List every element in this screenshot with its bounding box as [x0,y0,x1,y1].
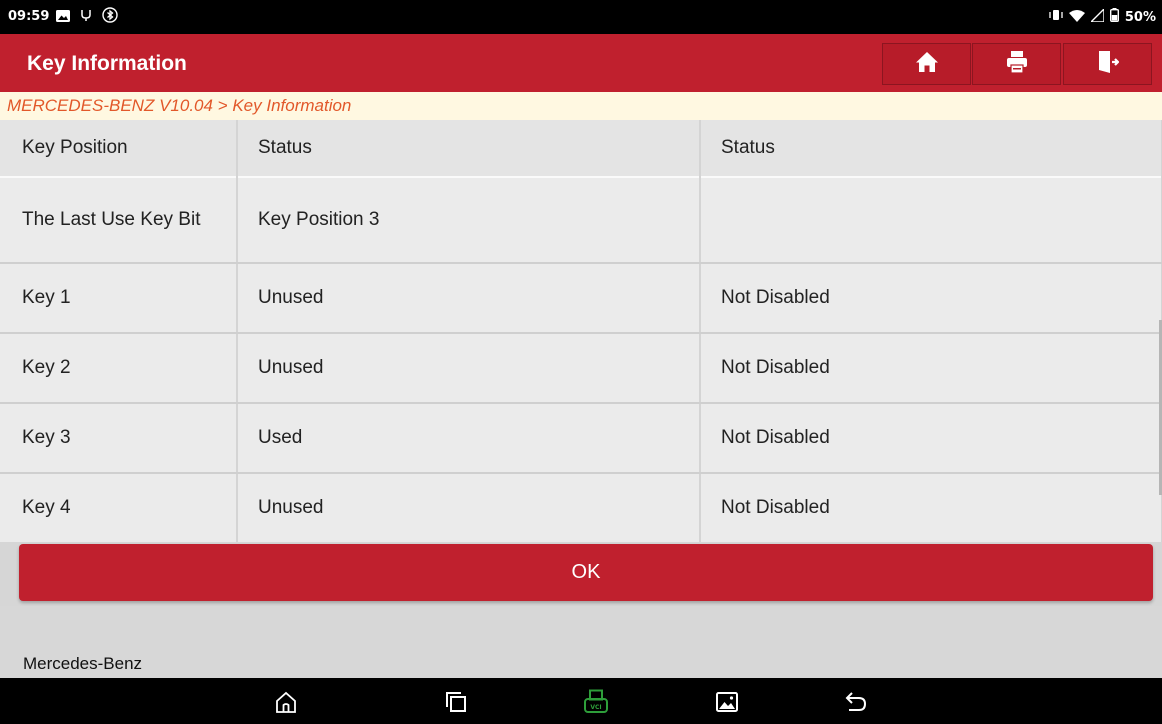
table-row: Key 4 Unused Not Disabled [0,472,1162,542]
table-cell: Unused [236,332,701,404]
table-cell: Key Position 3 [236,176,701,264]
table-row: Key 3 Used Not Disabled [0,402,1162,474]
svg-text:VCI: VCI [590,704,601,711]
table-cell: Used [236,402,701,474]
gallery-icon [56,9,70,25]
breadcrumb-text: MERCEDES-BENZ V10.04 > Key Information [7,96,352,115]
bluetooth-icon [102,7,118,26]
ok-button[interactable]: OK [19,544,1153,601]
table-cell: Not Disabled [699,402,1162,474]
battery-icon [1109,8,1119,26]
column-header-status: Status [236,120,701,177]
key-info-table: Key Position Status Status The Last Use … [0,120,1162,542]
table-cell: Key 2 [0,332,238,404]
column-header-status-2: Status [699,120,1162,177]
table-cell: Unused [236,262,701,334]
table-cell: Not Disabled [699,472,1162,542]
table-row: Key 2 Unused Not Disabled [0,332,1162,404]
exit-icon [1097,50,1120,79]
recents-icon[interactable] [442,688,470,716]
wifi-icon [1068,9,1085,26]
table-cell: The Last Use Key Bit [0,176,238,264]
table-header-row: Key Position Status Status [0,120,1162,177]
table-row: Key 1 Unused Not Disabled [0,262,1162,334]
table-cell: Not Disabled [699,332,1162,404]
status-bar: 09:59 50% [0,0,1162,34]
table-cell: Key 4 [0,472,238,542]
page-title: Key Information [27,52,187,75]
footer-area: Mercedes-Benz [0,606,1162,678]
column-header-key-position: Key Position [0,120,238,177]
app-header: Key Information [0,34,1162,92]
table-cell [699,176,1162,264]
table-cell: Key 3 [0,402,238,474]
home-icon [915,51,939,78]
gallery-nav-icon[interactable] [713,688,741,716]
table-cell: Not Disabled [699,262,1162,334]
vci-icon[interactable]: VCI [582,688,610,716]
signal-icon [1089,6,1105,26]
table-row: The Last Use Key Bit Key Position 3 [0,176,1162,264]
exit-button[interactable] [1063,43,1152,85]
table-cell: Unused [236,472,701,542]
navigation-bar: VCI [0,678,1162,724]
home-button[interactable] [882,43,971,85]
footer-text: Mercedes-Benz [23,654,143,673]
print-button[interactable] [972,43,1061,85]
vibrate-icon [1049,9,1063,25]
table-cell: Key 1 [0,262,238,334]
home-nav-icon[interactable] [272,688,300,716]
battery-percent: 50% [1124,9,1156,25]
status-time: 09:59 [8,9,50,24]
print-icon [1005,50,1029,79]
back-icon[interactable] [842,688,870,716]
ok-button-label: OK [571,561,601,583]
usb-debug-icon [79,8,93,25]
breadcrumb: MERCEDES-BENZ V10.04 > Key Information [0,92,1162,120]
